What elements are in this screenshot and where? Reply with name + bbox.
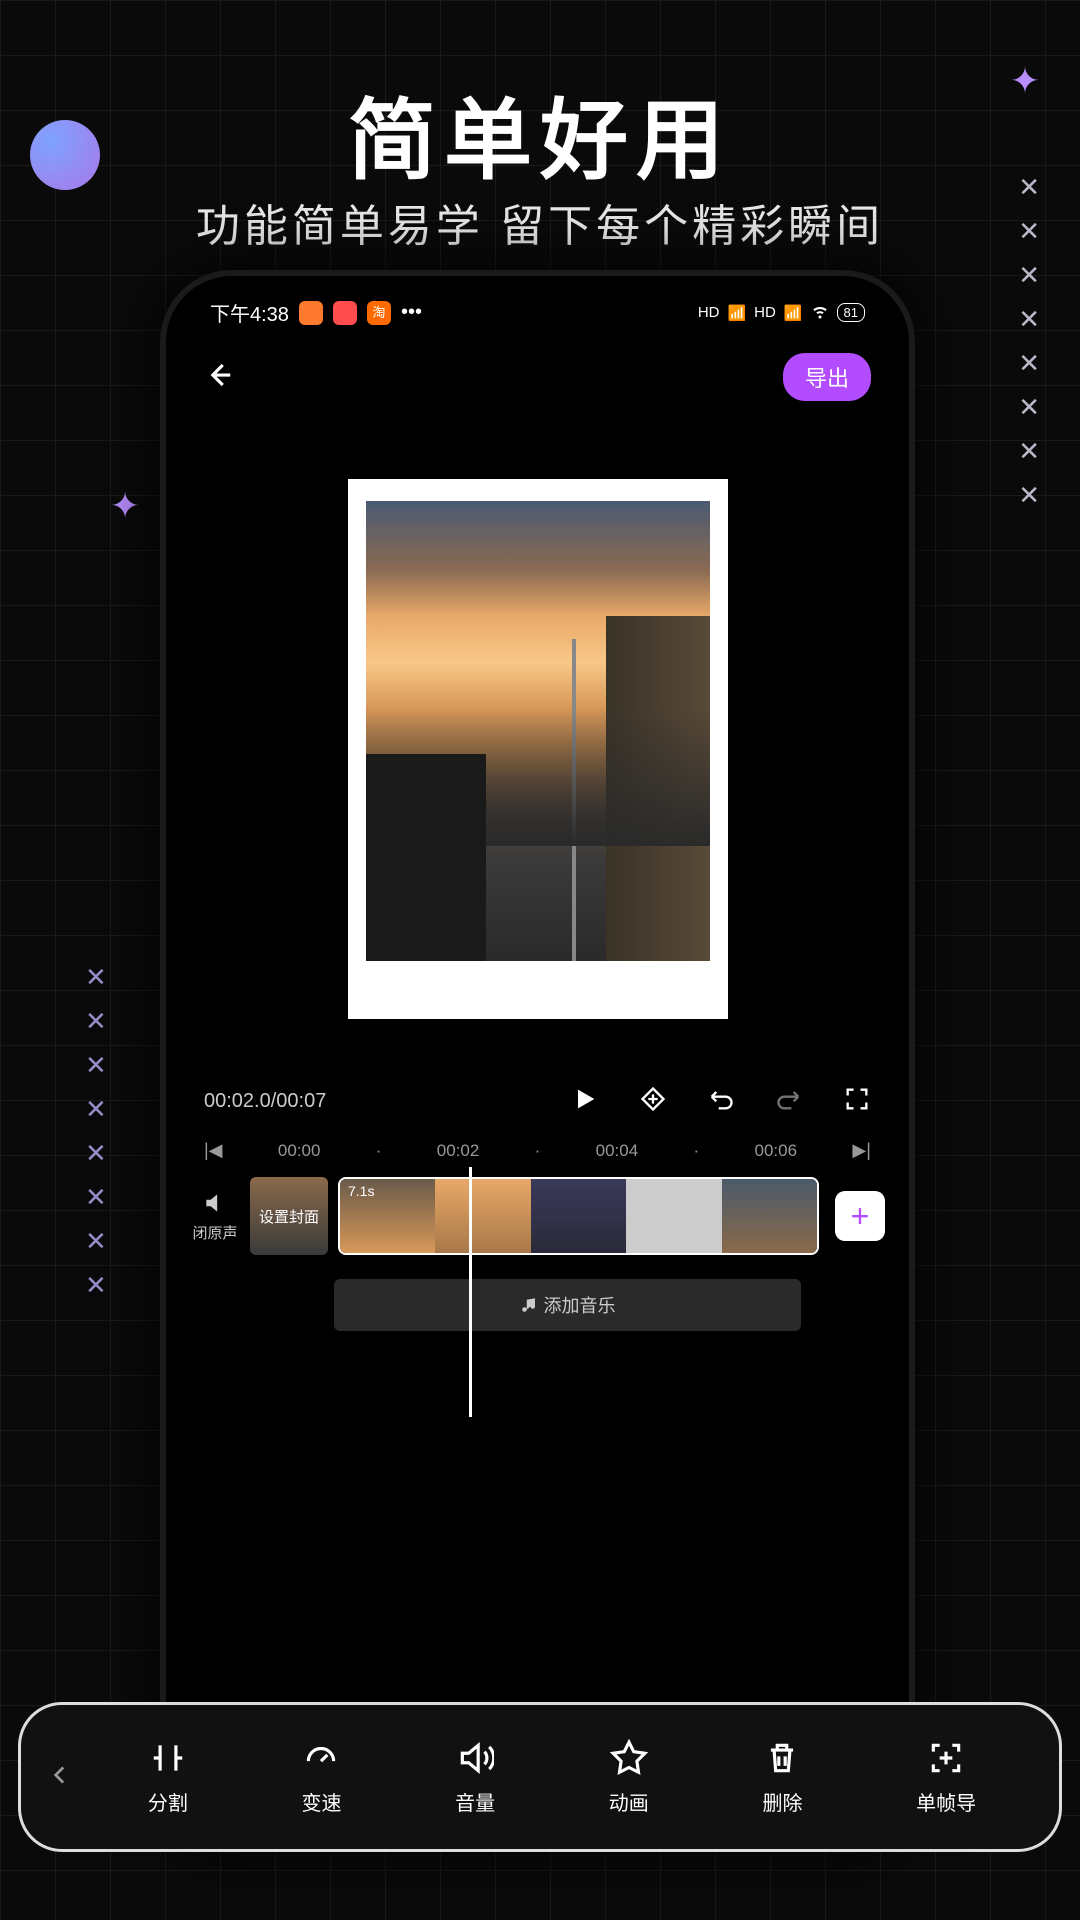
animation-button[interactable]: 动画 xyxy=(609,1739,649,1816)
frame-export-button[interactable]: 单帧导 xyxy=(916,1739,976,1816)
battery-icon: 81 xyxy=(837,303,865,322)
promo-title: 简单好用 xyxy=(0,70,1080,197)
video-preview[interactable] xyxy=(204,429,871,1069)
delete-button[interactable]: 删除 xyxy=(762,1739,802,1816)
signal-icon: 📶 xyxy=(727,304,746,322)
ruler-tick: 00:00 xyxy=(278,1141,321,1161)
decoration-x-column: ✕✕✕✕✕✕✕✕ xyxy=(85,955,107,1307)
edit-toolbar: 分割 变速 音量 动画 删除 单帧导 xyxy=(18,1702,1062,1852)
ruler-tick: 00:02 xyxy=(437,1141,480,1161)
status-app-icon xyxy=(333,301,357,325)
wifi-icon xyxy=(811,302,829,324)
status-app-icon: 淘 xyxy=(367,301,391,325)
clip-duration: 7.1s xyxy=(348,1183,374,1199)
status-time: 下午4:38 xyxy=(210,298,289,327)
volume-button[interactable]: 音量 xyxy=(455,1739,495,1816)
hd-indicator: HD xyxy=(754,304,776,321)
prev-frame-button[interactable]: |◀ xyxy=(204,1140,223,1161)
fullscreen-button[interactable] xyxy=(843,1085,871,1118)
play-button[interactable] xyxy=(571,1085,599,1118)
mute-label: 闭原声 xyxy=(192,1222,237,1243)
tool-label: 分割 xyxy=(148,1787,188,1816)
ruler-dot: · xyxy=(535,1141,541,1161)
timeline-ruler[interactable]: |◀ 00:00 · 00:02 · 00:04 · 00:06 ▶| xyxy=(174,1134,901,1167)
add-clip-button[interactable]: + xyxy=(835,1191,885,1241)
status-more-dots: ••• xyxy=(401,301,422,324)
back-button[interactable] xyxy=(204,360,234,395)
status-app-icon xyxy=(299,301,323,325)
ruler-tick: 00:06 xyxy=(754,1141,797,1161)
redo-button[interactable] xyxy=(775,1085,803,1118)
time-display: 00:02.0/00:07 xyxy=(204,1090,326,1113)
tool-label: 删除 xyxy=(762,1787,802,1816)
tool-label: 动画 xyxy=(609,1787,649,1816)
toolbar-back-button[interactable] xyxy=(47,1762,73,1793)
editor-top-bar: 导出 xyxy=(174,335,901,419)
tool-label: 变速 xyxy=(301,1787,341,1816)
ruler-tick: 00:04 xyxy=(596,1141,639,1161)
ruler-dot: · xyxy=(376,1141,382,1161)
keyframe-button[interactable] xyxy=(639,1085,667,1118)
video-clip[interactable]: 7.1s xyxy=(338,1177,819,1255)
promo-subtitle: 功能简单易学 留下每个精彩瞬间 xyxy=(0,190,1080,254)
video-frame xyxy=(348,479,728,1019)
phone-screen: 下午4:38 淘 ••• HD 📶 HD 📶 81 导出 xyxy=(174,284,901,1836)
add-music-track[interactable]: 添加音乐 xyxy=(334,1279,801,1331)
mute-original-sound[interactable]: 闭原声 xyxy=(190,1190,240,1243)
playback-controls: 00:02.0/00:07 xyxy=(174,1069,901,1134)
export-button[interactable]: 导出 xyxy=(783,353,871,401)
add-music-label: 添加音乐 xyxy=(544,1292,616,1318)
set-cover-button[interactable]: 设置封面 xyxy=(250,1177,328,1255)
sparkle-icon: ✦ xyxy=(110,485,140,527)
speed-button[interactable]: 变速 xyxy=(301,1739,341,1816)
status-bar: 下午4:38 淘 ••• HD 📶 HD 📶 81 xyxy=(174,284,901,335)
signal-icon: 📶 xyxy=(784,304,803,322)
undo-button[interactable] xyxy=(707,1085,735,1118)
phone-frame: 下午4:38 淘 ••• HD 📶 HD 📶 81 导出 xyxy=(160,270,915,1850)
next-frame-button[interactable]: ▶| xyxy=(852,1140,871,1161)
tool-label: 单帧导 xyxy=(916,1787,976,1816)
split-button[interactable]: 分割 xyxy=(148,1739,188,1816)
ruler-dot: · xyxy=(693,1141,699,1161)
timeline-clips-row: 闭原声 设置封面 7.1s + xyxy=(174,1167,901,1265)
cover-label: 设置封面 xyxy=(259,1206,319,1227)
tool-label: 音量 xyxy=(455,1787,495,1816)
hd-indicator: HD xyxy=(698,304,720,321)
video-content xyxy=(366,501,710,961)
playhead[interactable] xyxy=(469,1167,472,1417)
